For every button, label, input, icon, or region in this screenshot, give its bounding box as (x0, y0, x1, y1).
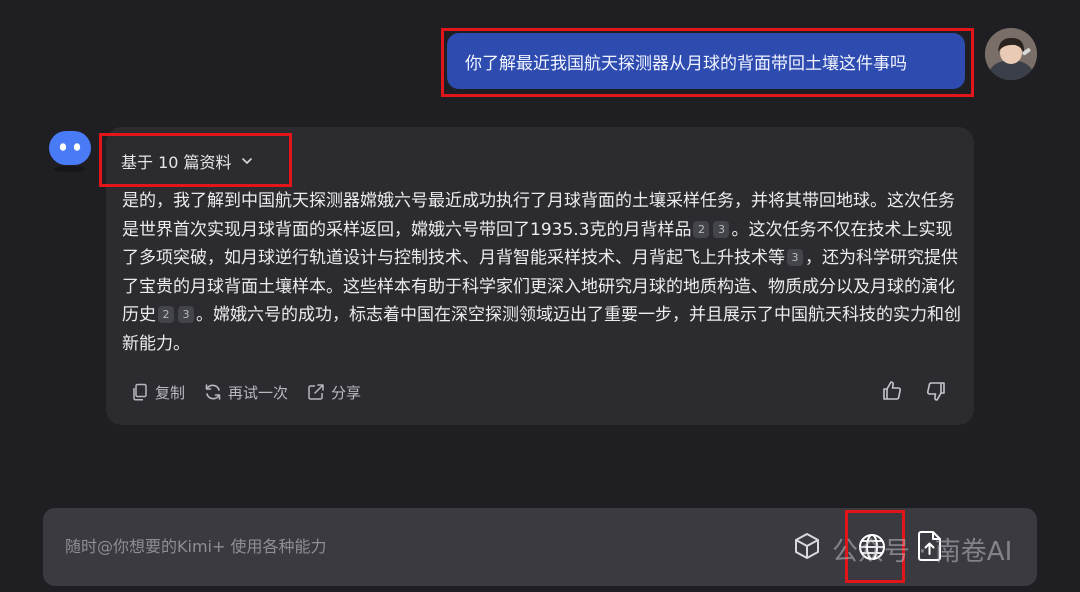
citation-ref[interactable]: 3 (178, 306, 194, 324)
thumbs-up-icon[interactable] (880, 379, 904, 403)
share-icon (308, 384, 324, 400)
file-upload-icon[interactable] (916, 530, 944, 562)
chat-page: 你了解最近我国航天探测器从月球的背面带回土壤这件事吗 基于 10 篇资料 是的，… (0, 0, 1080, 592)
globe-icon[interactable] (857, 532, 887, 562)
user-avatar[interactable] (985, 28, 1037, 80)
feedback-buttons (880, 379, 948, 403)
chat-input[interactable] (65, 534, 625, 558)
answer-text-segment: 。嫦娥六号的成功，标志着中国在深空探测领域迈出了重要一步，并且展示了中国航天科技… (122, 305, 961, 354)
user-message-row: 你了解最近我国航天探测器从月球的背面带回土壤这件事吗 (0, 28, 1080, 98)
kimi-bot-icon (49, 131, 91, 172)
copy-button[interactable]: 复制 (130, 382, 185, 403)
thumbs-down-icon[interactable] (924, 379, 948, 403)
citation-ref[interactable]: 2 (158, 306, 174, 324)
sources-toggle-button[interactable]: 基于 10 篇资料 (121, 150, 254, 172)
share-label: 分享 (331, 383, 362, 402)
copy-label: 复制 (155, 383, 186, 402)
avatar-illustration-icon (985, 28, 1037, 80)
chevron-down-icon (241, 158, 252, 165)
citation-ref[interactable]: 3 (713, 220, 730, 238)
kimi-plus-cube-icon[interactable] (792, 531, 822, 561)
retry-button[interactable]: 再试一次 (203, 382, 288, 403)
copy-icon (133, 383, 147, 401)
message-actions: 复制 再试一次 分享 (130, 379, 361, 405)
sources-label: 基于 10 篇资料 (121, 153, 232, 172)
user-message-bubble: 你了解最近我国航天探测器从月球的背面带回土壤这件事吗 (447, 33, 965, 89)
refresh-icon (205, 384, 221, 400)
citation-ref[interactable]: 3 (787, 249, 803, 267)
kimi-avatar (47, 128, 93, 172)
citation-ref[interactable]: 2 (693, 220, 710, 238)
retry-label: 再试一次 (228, 383, 289, 402)
assistant-answer-text: 是的，我了解到中国航天探测器嫦娥六号最近成功执行了月球背面的土壤采样任务，并将其… (122, 187, 964, 359)
share-button[interactable]: 分享 (306, 382, 361, 403)
user-message-text: 你了解最近我国航天探测器从月球的背面带回土壤这件事吗 (465, 53, 907, 74)
